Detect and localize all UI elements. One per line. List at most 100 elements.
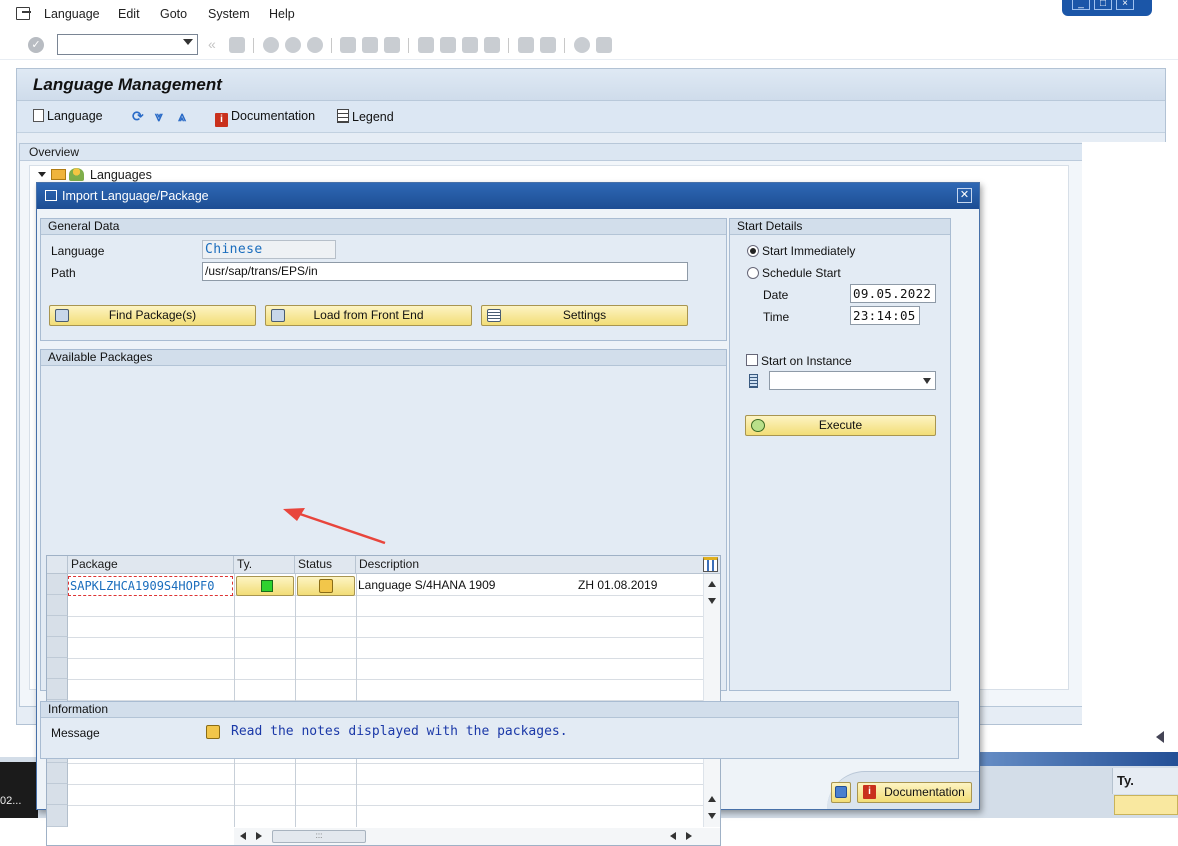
expand-all-icon[interactable]: ⩔ <box>155 108 163 125</box>
menu-language[interactable]: Language <box>44 7 100 21</box>
layout-icon[interactable] <box>596 37 612 53</box>
shortcut-icon[interactable] <box>540 37 556 53</box>
row-selector[interactable] <box>47 784 68 805</box>
description-cell: Language S/4HANA 1909 <box>358 578 496 592</box>
next-page-icon[interactable] <box>462 37 478 53</box>
chevron-down-icon[interactable] <box>183 39 193 45</box>
scroll-left-icon[interactable] <box>670 832 676 840</box>
column-header-description[interactable]: Description <box>356 556 720 574</box>
documentation-button[interactable]: i Documentation <box>215 109 315 127</box>
menu-system[interactable]: System <box>208 7 250 21</box>
first-page-icon[interactable] <box>418 37 434 53</box>
chevron-down-icon[interactable] <box>923 378 931 384</box>
menu-bar: Language Edit Goto System Help _ □ × <box>0 0 1178 30</box>
back-button[interactable] <box>831 782 851 803</box>
package-cell[interactable]: SAPKLZHCA1909S4HOPF0 <box>68 576 233 596</box>
close-icon[interactable]: ✕ <box>957 188 972 203</box>
path-field[interactable]: /usr/sap/trans/EPS/in <box>202 262 688 281</box>
minimize-icon[interactable]: _ <box>1072 0 1090 10</box>
start-details-heading: Start Details <box>730 219 950 235</box>
scroll-left-icon[interactable] <box>240 832 246 840</box>
previous-page-icon[interactable] <box>440 37 456 53</box>
close-window-icon[interactable]: × <box>1116 0 1134 10</box>
help-icon[interactable] <box>574 37 590 53</box>
start-immediately-label: Start Immediately <box>762 244 856 258</box>
legend-button[interactable]: Legend <box>337 109 394 124</box>
scroll-up-icon[interactable] <box>708 796 716 802</box>
row-selector[interactable] <box>47 658 68 679</box>
row-selector[interactable] <box>47 574 68 595</box>
start-immediately-radio[interactable] <box>747 245 759 257</box>
documentation-icon: i <box>863 785 876 799</box>
scroll-down-icon[interactable] <box>708 813 716 819</box>
tree-node-languages[interactable]: Languages <box>38 168 152 182</box>
column-header-type[interactable]: Ty. <box>234 556 295 574</box>
load-front-end-button[interactable]: Load from Front End <box>265 305 472 326</box>
find-next-icon[interactable] <box>384 37 400 53</box>
menu-goto[interactable]: Goto <box>160 7 187 21</box>
start-on-instance-checkbox[interactable] <box>746 354 758 366</box>
information-group: Information Message Read the notes displ… <box>40 701 959 759</box>
scroll-right-icon[interactable] <box>256 832 262 840</box>
start-details-group: Start Details Start Immediately Schedule… <box>729 218 951 691</box>
language-field[interactable]: Chinese <box>202 240 336 259</box>
dialog-titlebar[interactable]: Import Language/Package ✕ <box>37 183 979 209</box>
right-gutter <box>1082 142 1166 727</box>
row-selector[interactable] <box>47 763 68 784</box>
table-settings-icon[interactable] <box>703 557 718 572</box>
select-all-header[interactable] <box>47 556 68 574</box>
last-page-icon[interactable] <box>484 37 500 53</box>
row-selector[interactable] <box>47 595 68 616</box>
row-selector[interactable] <box>47 637 68 658</box>
scroll-right-icon[interactable] <box>686 832 692 840</box>
date-field[interactable]: 09.05.2022 <box>850 284 936 303</box>
notes-icon <box>206 725 220 739</box>
collapse-arrow-icon[interactable] <box>1156 731 1164 743</box>
path-label: Path <box>51 266 76 280</box>
command-field[interactable] <box>57 34 198 55</box>
schedule-start-label: Schedule Start <box>762 266 841 280</box>
refresh-icon[interactable]: ⟳ <box>132 108 144 125</box>
information-heading: Information <box>41 702 958 718</box>
instance-select[interactable] <box>769 371 936 390</box>
scroll-down-icon[interactable] <box>708 598 716 604</box>
settings-button[interactable]: Settings <box>481 305 688 326</box>
back-icon[interactable] <box>263 37 279 53</box>
languages-icon <box>69 168 84 181</box>
schedule-start-radio[interactable] <box>747 267 759 279</box>
footer-documentation-button[interactable]: i Documentation <box>857 782 972 803</box>
row-selector[interactable] <box>47 805 68 827</box>
enter-icon[interactable]: ✓ <box>28 37 44 53</box>
general-data-heading: General Data <box>41 219 726 235</box>
column-header-status[interactable]: Status <box>295 556 356 574</box>
save-icon[interactable] <box>229 37 245 53</box>
menu-help[interactable]: Help <box>269 7 295 21</box>
find-packages-button[interactable]: Find Package(s) <box>49 305 256 326</box>
scroll-thumb[interactable]: ::: <box>272 830 366 843</box>
column-header-package[interactable]: Package <box>68 556 234 574</box>
type-cell-button[interactable] <box>236 576 294 596</box>
language-button[interactable]: Language <box>33 109 103 123</box>
horizontal-scrollbar[interactable]: ::: <box>234 828 720 845</box>
expand-arrow-icon[interactable] <box>38 172 46 177</box>
app-menu-icon[interactable] <box>16 7 31 20</box>
cancel-icon[interactable] <box>307 37 323 53</box>
row-selector[interactable] <box>47 616 68 637</box>
execute-button[interactable]: Execute <box>745 415 936 436</box>
exit-icon[interactable] <box>285 37 301 53</box>
expand-icon[interactable]: « <box>208 36 216 52</box>
find-package-icon <box>55 309 69 322</box>
time-field[interactable]: 23:14:05 <box>850 306 920 325</box>
collapse-all-icon[interactable]: ⩓ <box>178 108 186 125</box>
language-date-cell: ZH 01.08.2019 <box>578 578 658 592</box>
time-label: Time <box>763 310 790 324</box>
print-icon[interactable] <box>340 37 356 53</box>
scroll-up-icon[interactable] <box>708 581 716 587</box>
status-cell-button[interactable] <box>297 576 355 596</box>
menu-edit[interactable]: Edit <box>118 7 140 21</box>
new-session-icon[interactable] <box>518 37 534 53</box>
row-selector[interactable] <box>47 679 68 700</box>
maximize-icon[interactable]: □ <box>1094 0 1112 10</box>
find-icon[interactable] <box>362 37 378 53</box>
title-strip: Language Management <box>17 69 1165 101</box>
